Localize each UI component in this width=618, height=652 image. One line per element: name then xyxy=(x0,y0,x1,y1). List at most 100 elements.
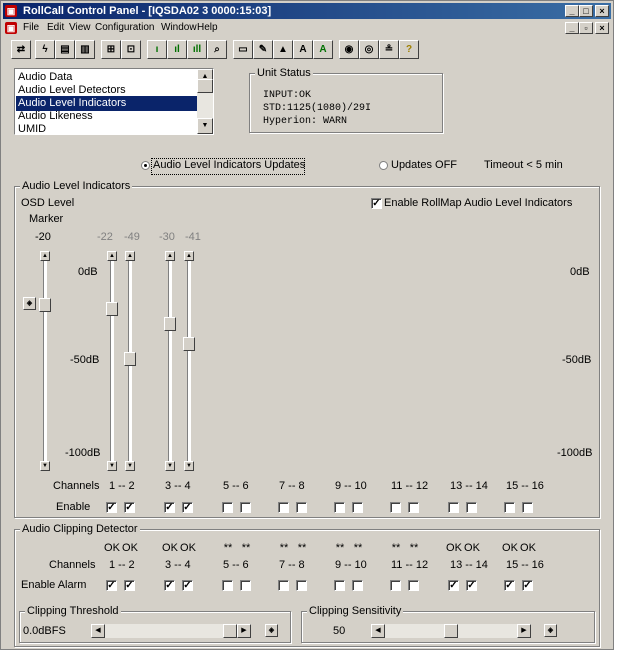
enable-channel-14-checkbox[interactable] xyxy=(466,502,477,513)
slider-down-arrow-icon[interactable]: ▼ xyxy=(107,461,117,471)
enable-channel-7-checkbox[interactable] xyxy=(278,502,289,513)
updates-off-radio[interactable] xyxy=(379,161,388,170)
enable-channel-9-checkbox[interactable] xyxy=(334,502,345,513)
channel-2-slider[interactable]: ▲ ▼ xyxy=(124,251,136,471)
enable-channel-8-checkbox[interactable] xyxy=(296,502,307,513)
updates-on-radio[interactable] xyxy=(141,161,150,170)
slider-thumb[interactable] xyxy=(444,624,458,638)
alarm-channel-12-checkbox[interactable] xyxy=(408,580,419,591)
scroll-right-arrow-icon[interactable]: ▶ xyxy=(237,624,251,638)
enable-channel-13-checkbox[interactable] xyxy=(448,502,459,513)
doc-restore-button[interactable]: ▫ xyxy=(579,22,593,34)
slider-thumb[interactable] xyxy=(164,316,176,331)
alarm-channel-7-checkbox[interactable] xyxy=(278,580,289,591)
menu-configuration[interactable]: Configuration xyxy=(95,20,154,36)
enable-channel-11-checkbox[interactable] xyxy=(390,502,401,513)
load-icon[interactable]: ▥ xyxy=(75,40,95,59)
audio-bars-3-icon[interactable]: ıll xyxy=(187,40,207,59)
doc-minimize-button[interactable]: _ xyxy=(565,22,579,34)
slider-up-arrow-icon[interactable]: ▲ xyxy=(165,251,175,261)
enable-channel-15-checkbox[interactable] xyxy=(504,502,515,513)
alarm-channel-3-checkbox[interactable]: ✓ xyxy=(164,580,175,591)
audio-search-icon[interactable]: ⌕ xyxy=(207,40,227,59)
search-settings-icon[interactable]: ◉ xyxy=(339,40,359,59)
alarm-channel-9-checkbox[interactable] xyxy=(334,580,345,591)
menu-edit[interactable]: Edit xyxy=(47,20,64,36)
minimize-button[interactable]: _ xyxy=(565,5,579,17)
slider-up-arrow-icon[interactable]: ▲ xyxy=(40,251,50,261)
reset-marker-icon[interactable]: ◈ xyxy=(23,297,36,310)
enable-channel-1-checkbox[interactable]: ✓ xyxy=(106,502,117,513)
alarm-channel-4-checkbox[interactable]: ✓ xyxy=(182,580,193,591)
lightning-icon[interactable]: ϟ xyxy=(35,40,55,59)
slider-thumb[interactable] xyxy=(39,298,51,313)
alarm-channel-10-checkbox[interactable] xyxy=(352,580,363,591)
slider-thumb[interactable] xyxy=(183,337,195,352)
document-icon[interactable]: ▣ xyxy=(5,22,17,34)
alarm-channel-14-checkbox[interactable]: ✓ xyxy=(466,580,477,591)
list-item[interactable]: UMID xyxy=(16,122,198,137)
updates-off-label[interactable]: Updates OFF xyxy=(391,159,457,172)
lock-icon[interactable]: ▲ xyxy=(273,40,293,59)
scroll-right-arrow-icon[interactable]: ▶ xyxy=(517,624,531,638)
enable-rollmap-label[interactable]: Enable RollMap Audio Level Indicators xyxy=(384,197,572,210)
rollcall-app-icon[interactable]: ▣ xyxy=(5,5,17,17)
enable-channel-2-checkbox[interactable]: ✓ xyxy=(124,502,135,513)
category-list[interactable]: Audio Data Audio Level Detectors Audio L… xyxy=(14,68,214,135)
eye-icon[interactable]: ◎ xyxy=(359,40,379,59)
maximize-button[interactable]: □ xyxy=(579,5,593,17)
device-icon[interactable]: ⊡ xyxy=(121,40,141,59)
channel-1-slider[interactable]: ▲ ▼ xyxy=(106,251,118,471)
alarm-channel-16-checkbox[interactable]: ✓ xyxy=(522,580,533,591)
scroll-left-arrow-icon[interactable]: ◀ xyxy=(91,624,105,638)
enable-channel-10-checkbox[interactable] xyxy=(352,502,363,513)
text-a-green-icon[interactable]: A xyxy=(313,40,333,59)
slider-down-arrow-icon[interactable]: ▼ xyxy=(184,461,194,471)
close-button[interactable]: × xyxy=(595,5,609,17)
slider-down-arrow-icon[interactable]: ▼ xyxy=(165,461,175,471)
alarm-channel-1-checkbox[interactable]: ✓ xyxy=(106,580,117,591)
slider-up-arrow-icon[interactable]: ▲ xyxy=(107,251,117,261)
save-icon[interactable]: ▤ xyxy=(55,40,75,59)
channel-4-slider[interactable]: ▲ ▼ xyxy=(183,251,195,471)
display-icon[interactable]: ▭ xyxy=(233,40,253,59)
slider-up-arrow-icon[interactable]: ▲ xyxy=(125,251,135,261)
slider-thumb[interactable] xyxy=(223,624,237,638)
sensitivity-reset-icon[interactable]: ◈ xyxy=(544,624,557,637)
threshold-reset-icon[interactable]: ◈ xyxy=(265,624,278,637)
alarm-channel-2-checkbox[interactable]: ✓ xyxy=(124,580,135,591)
list-scrollbar[interactable]: ▲ ▼ xyxy=(197,69,213,134)
doc-close-button[interactable]: × xyxy=(595,22,609,34)
alarm-channel-11-checkbox[interactable] xyxy=(390,580,401,591)
slider-thumb[interactable] xyxy=(106,301,118,316)
network-icon[interactable]: ⊞ xyxy=(101,40,121,59)
menu-help[interactable]: Help xyxy=(197,20,218,36)
enable-channel-5-checkbox[interactable] xyxy=(222,502,233,513)
enable-rollmap-checkbox[interactable]: ✓ xyxy=(371,198,382,209)
menu-window[interactable]: Window xyxy=(161,20,197,36)
slider-down-arrow-icon[interactable]: ▼ xyxy=(40,461,50,471)
osd-level-slider[interactable]: ▲ ▼ xyxy=(39,251,51,471)
updates-on-label[interactable]: Audio Level Indicators Updates xyxy=(153,159,305,172)
slider-down-arrow-icon[interactable]: ▼ xyxy=(125,461,135,471)
clipping-sensitivity-slider[interactable]: ◀ ▶ xyxy=(371,624,531,638)
alarm-channel-5-checkbox[interactable] xyxy=(222,580,233,591)
enable-channel-4-checkbox[interactable]: ✓ xyxy=(182,502,193,513)
enable-channel-12-checkbox[interactable] xyxy=(408,502,419,513)
enable-channel-16-checkbox[interactable] xyxy=(522,502,533,513)
channel-3-slider[interactable]: ▲ ▼ xyxy=(164,251,176,471)
menu-view[interactable]: View xyxy=(69,20,91,36)
disconnect-icon[interactable]: ⇄ xyxy=(11,40,31,59)
slider-up-arrow-icon[interactable]: ▲ xyxy=(184,251,194,261)
scroll-left-arrow-icon[interactable]: ◀ xyxy=(371,624,385,638)
audio-bars-2-icon[interactable]: ıl xyxy=(167,40,187,59)
log-icon[interactable]: ≗ xyxy=(379,40,399,59)
alarm-channel-15-checkbox[interactable]: ✓ xyxy=(504,580,515,591)
enable-channel-3-checkbox[interactable]: ✓ xyxy=(164,502,175,513)
alarm-channel-6-checkbox[interactable] xyxy=(240,580,251,591)
clipping-threshold-slider[interactable]: ◀ ▶ xyxy=(91,624,251,638)
help-icon[interactable]: ? xyxy=(399,40,419,59)
scroll-down-arrow-icon[interactable]: ▼ xyxy=(197,118,213,134)
title-bar[interactable]: ▣ RollCall Control Panel - [IQSDA02 3 00… xyxy=(3,3,611,19)
edit-display-icon[interactable]: ✎ xyxy=(253,40,273,59)
